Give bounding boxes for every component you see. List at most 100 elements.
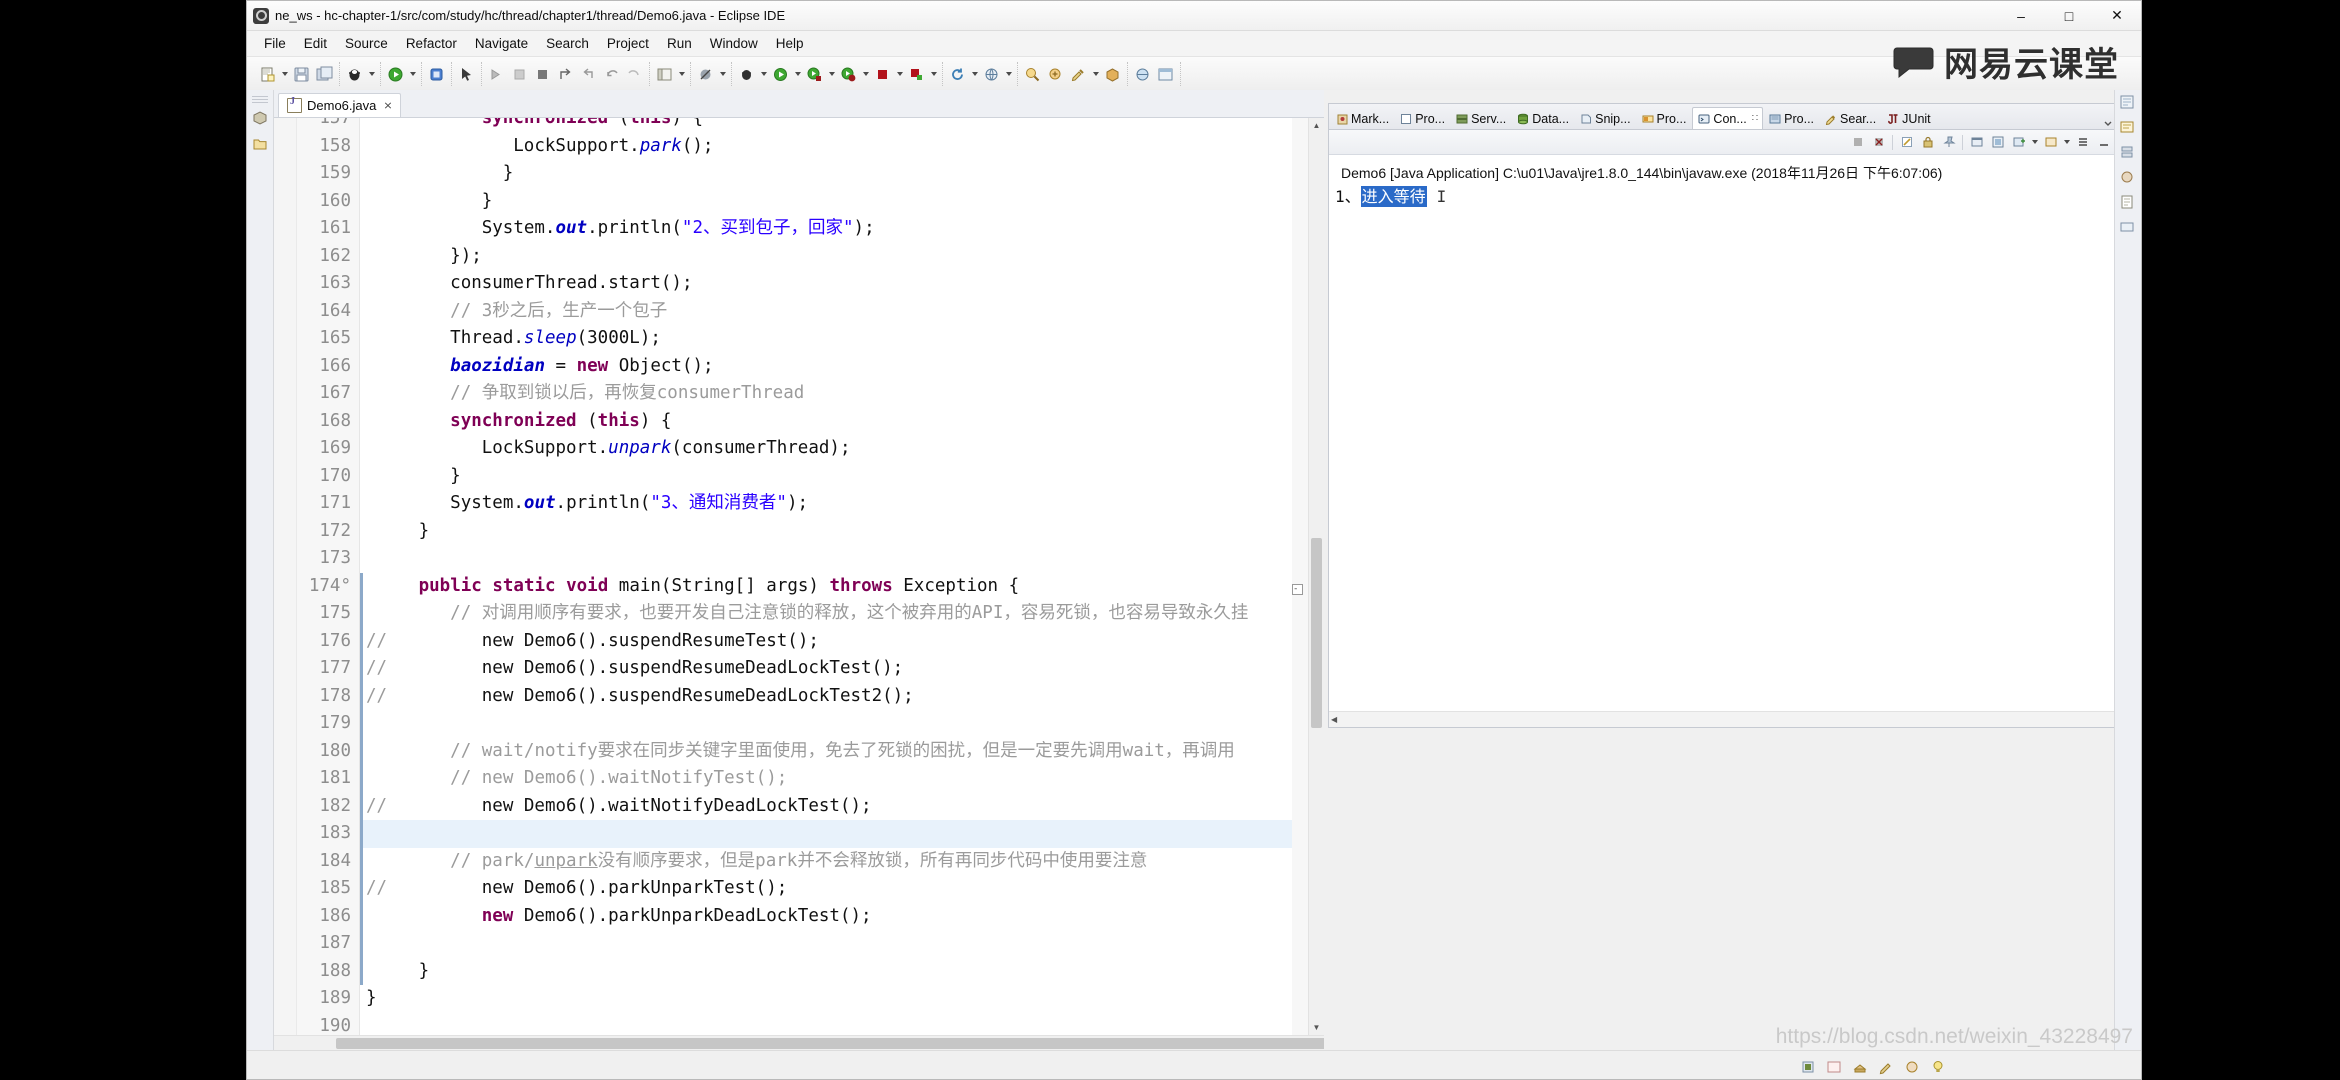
refresh-icon[interactable] bbox=[947, 64, 968, 85]
git-repos-icon[interactable] bbox=[2119, 169, 2137, 187]
code-line[interactable]: public static void main(String[] args) t… bbox=[360, 573, 1292, 601]
menu-item-project[interactable]: Project bbox=[598, 34, 658, 53]
code-line[interactable]: //new Demo6().suspendResumeDeadLockTest2… bbox=[360, 683, 1292, 711]
console-terminate-icon[interactable] bbox=[1848, 133, 1867, 152]
task-list-icon[interactable] bbox=[2119, 119, 2137, 137]
fold-marker[interactable] bbox=[1292, 545, 1308, 573]
view-tab-sear-8[interactable]: Sear... bbox=[1820, 108, 1881, 129]
view-tab-con-6[interactable]: Con... ∷ bbox=[1692, 107, 1764, 129]
code-line[interactable] bbox=[360, 820, 1292, 848]
marker-ruler[interactable] bbox=[274, 118, 297, 1035]
view-tab-pro-1[interactable]: Pro... bbox=[1395, 108, 1450, 129]
code-line[interactable]: } bbox=[360, 160, 1292, 188]
project-explorer-icon[interactable] bbox=[251, 135, 269, 153]
terminate-icon[interactable] bbox=[532, 64, 553, 85]
editor-tab-demo6[interactable]: Demo6.java ⨯ bbox=[278, 93, 401, 117]
run-icon[interactable] bbox=[385, 64, 406, 85]
minimize-button[interactable]: – bbox=[1997, 1, 2045, 30]
code-text-area[interactable]: synchronized (this) {LockSupport.park();… bbox=[360, 118, 1292, 1035]
code-line[interactable] bbox=[360, 545, 1292, 573]
menu-item-search[interactable]: Search bbox=[537, 34, 598, 53]
editor-horizontal-scrollbar[interactable] bbox=[274, 1035, 2141, 1051]
code-line[interactable]: System.out.println("2、买到包子，回家"); bbox=[360, 215, 1292, 243]
javadoc-icon[interactable] bbox=[2119, 194, 2137, 212]
console-output-selection[interactable]: 进入等待 bbox=[1360, 186, 1427, 207]
web-browser-icon[interactable] bbox=[1132, 64, 1153, 85]
save-all-icon[interactable] bbox=[314, 64, 335, 85]
fold-marker[interactable] bbox=[1292, 875, 1308, 903]
coverage-icon[interactable] bbox=[838, 64, 859, 85]
code-line[interactable]: } bbox=[360, 518, 1292, 546]
outline-view-icon[interactable] bbox=[2119, 94, 2137, 112]
view-tab-serv-2[interactable]: Serv... bbox=[1451, 108, 1511, 129]
console-pin-icon[interactable] bbox=[1939, 133, 1958, 152]
console-remove-icon[interactable] bbox=[1869, 133, 1888, 152]
code-line[interactable]: synchronized (this) { bbox=[360, 408, 1292, 436]
fold-marker[interactable] bbox=[1292, 353, 1308, 381]
console-clear-icon[interactable] bbox=[1897, 133, 1916, 152]
tip-of-day-icon[interactable] bbox=[1928, 1057, 1948, 1077]
code-line[interactable]: //new Demo6().waitNotifyDeadLockTest(); bbox=[360, 793, 1292, 821]
menu-item-refactor[interactable]: Refactor bbox=[397, 34, 466, 53]
fold-marker[interactable] bbox=[1292, 848, 1308, 876]
fold-marker[interactable]: - bbox=[1292, 573, 1308, 601]
menu-item-navigate[interactable]: Navigate bbox=[466, 34, 537, 53]
fold-marker[interactable] bbox=[1292, 903, 1308, 931]
profile-dropdown-icon[interactable] bbox=[928, 64, 939, 85]
fold-marker[interactable] bbox=[1292, 683, 1308, 711]
code-line[interactable]: consumerThread.start(); bbox=[360, 270, 1292, 298]
folding-ruler[interactable]: - bbox=[1292, 118, 1308, 1035]
package-explorer-icon[interactable] bbox=[251, 109, 269, 127]
code-line[interactable]: // wait/notify要求在同步关键字里面使用，免去了死锁的困扰，但是一定… bbox=[360, 738, 1292, 766]
fold-marker[interactable] bbox=[1292, 298, 1308, 326]
progress-status-icon[interactable] bbox=[1902, 1057, 1922, 1077]
redo-icon[interactable] bbox=[624, 64, 645, 85]
code-line[interactable]: baozidian = new Object(); bbox=[360, 353, 1292, 381]
code-line[interactable]: LockSupport.unpark(consumerThread); bbox=[360, 435, 1292, 463]
save-icon[interactable] bbox=[291, 64, 312, 85]
globe-dropdown-icon[interactable] bbox=[1003, 64, 1014, 85]
run-as-dropdown-icon[interactable] bbox=[826, 64, 837, 85]
open-type-icon[interactable] bbox=[1022, 64, 1043, 85]
stop-icon[interactable] bbox=[872, 64, 893, 85]
step-over-icon[interactable] bbox=[486, 64, 507, 85]
fold-marker[interactable] bbox=[1292, 118, 1308, 133]
fold-marker[interactable] bbox=[1292, 215, 1308, 243]
editor-tab-close-icon[interactable]: ⨯ bbox=[383, 99, 392, 112]
debug-launch-dropdown-icon[interactable] bbox=[758, 64, 769, 85]
coverage-dropdown-icon[interactable] bbox=[860, 64, 871, 85]
fold-marker[interactable] bbox=[1292, 820, 1308, 848]
refresh-dropdown-icon[interactable] bbox=[969, 64, 980, 85]
view-tab-pro-5[interactable]: Pro... bbox=[1637, 108, 1692, 129]
servers-view-icon[interactable] bbox=[2119, 144, 2137, 162]
fold-marker[interactable] bbox=[1292, 490, 1308, 518]
fold-marker[interactable] bbox=[1292, 655, 1308, 683]
fold-marker[interactable] bbox=[1292, 958, 1308, 986]
code-line[interactable] bbox=[360, 930, 1292, 958]
fold-marker[interactable] bbox=[1292, 518, 1308, 546]
code-line[interactable]: // 3秒之后，生产一个包子 bbox=[360, 298, 1292, 326]
code-line[interactable]: System.out.println("3、通知消费者"); bbox=[360, 490, 1292, 518]
code-line[interactable]: synchronized (this) { bbox=[360, 118, 1292, 133]
console-scroll-left-icon[interactable]: ◀ bbox=[1331, 715, 1337, 724]
maximize-button[interactable]: □ bbox=[2045, 1, 2093, 30]
console-scroll-lock-icon[interactable] bbox=[1918, 133, 1937, 152]
open-resource-icon[interactable] bbox=[1045, 64, 1066, 85]
external-tools-icon[interactable] bbox=[426, 64, 447, 85]
fold-marker[interactable] bbox=[1292, 160, 1308, 188]
code-line[interactable]: // 争取到锁以后，再恢复consumerThread bbox=[360, 380, 1292, 408]
console-new-view-icon[interactable] bbox=[2009, 133, 2028, 152]
fold-marker[interactable] bbox=[1292, 1013, 1308, 1036]
console-open-dropdown-icon[interactable] bbox=[2061, 132, 2072, 153]
close-button[interactable]: ✕ bbox=[2093, 1, 2141, 30]
fold-marker[interactable] bbox=[1292, 793, 1308, 821]
console-open-console-icon[interactable] bbox=[2041, 133, 2060, 152]
code-line[interactable] bbox=[360, 1013, 1292, 1036]
rail-handle[interactable] bbox=[252, 96, 268, 103]
breakpoint-skip-icon[interactable] bbox=[695, 64, 716, 85]
search-icon[interactable] bbox=[1068, 64, 1089, 85]
fold-marker[interactable] bbox=[1292, 930, 1308, 958]
code-line[interactable]: } bbox=[360, 985, 1292, 1013]
java-perspective-icon[interactable] bbox=[1155, 64, 1176, 85]
run-launch-dropdown-icon[interactable] bbox=[792, 64, 803, 85]
